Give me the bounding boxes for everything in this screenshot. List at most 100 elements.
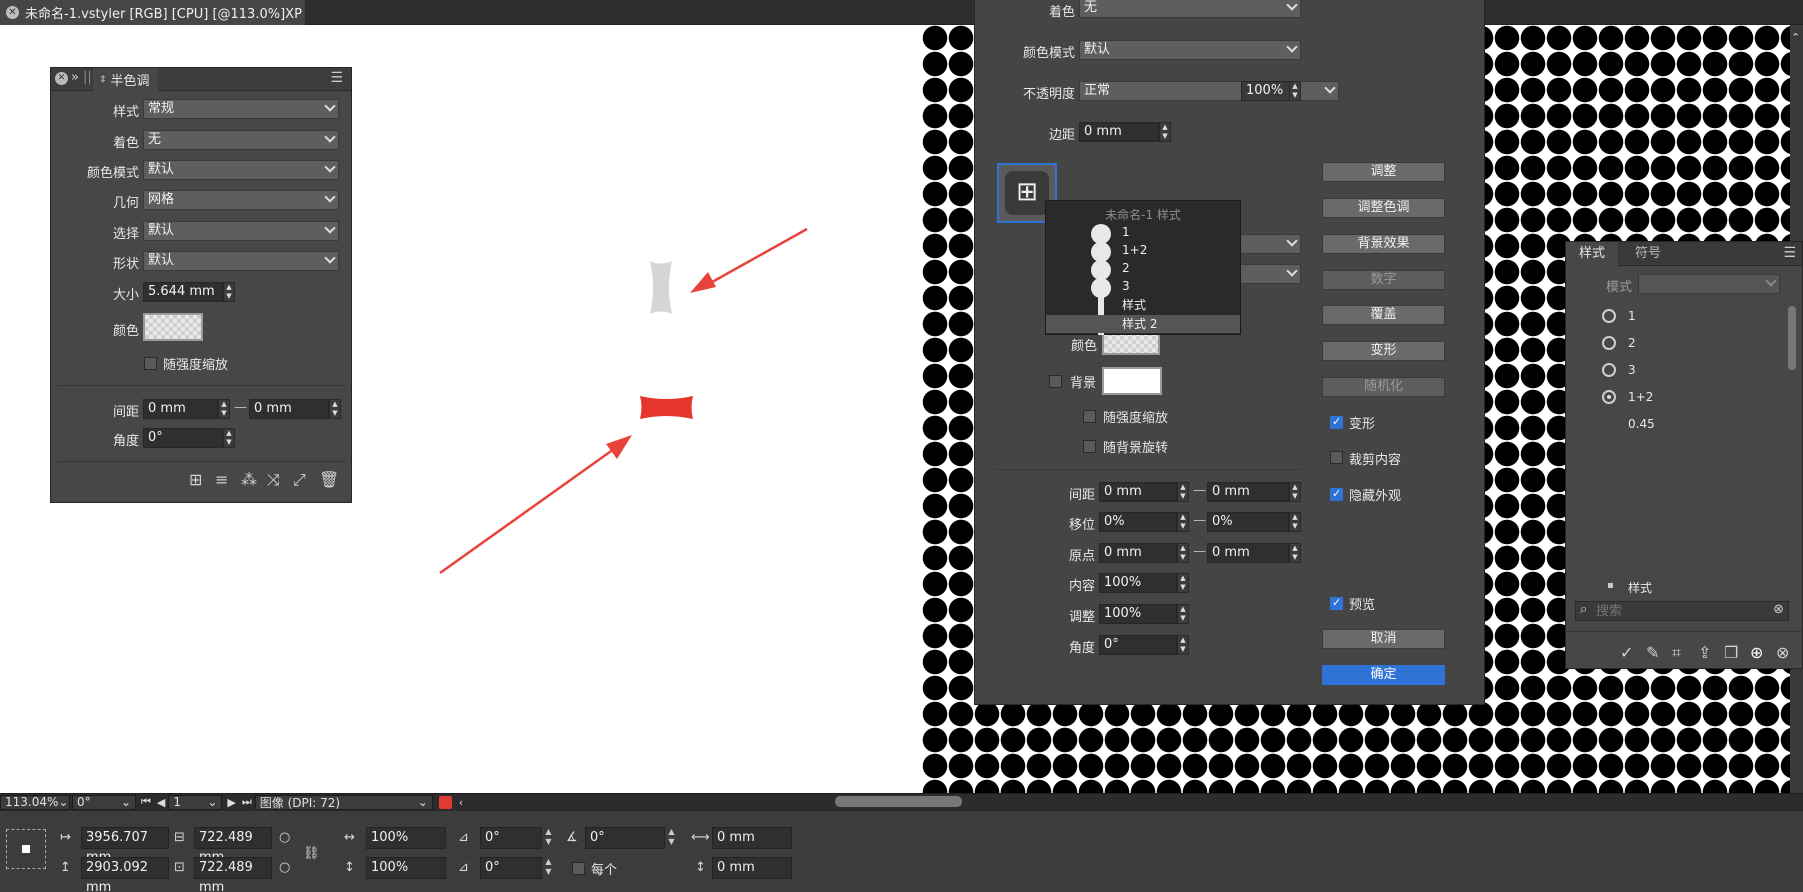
dialog-scale-intensity-checkbox[interactable]: [1083, 410, 1096, 423]
popup-item-2[interactable]: 2: [1046, 259, 1240, 277]
number-button[interactable]: 数字: [1322, 270, 1445, 290]
origin-a-stepper[interactable]: ▲ ▼: [1177, 543, 1189, 563]
select-dropdown[interactable]: 默认: [143, 221, 339, 241]
popup-item-style-2[interactable]: 样式 2: [1046, 315, 1240, 333]
search-input[interactable]: [1596, 603, 1756, 619]
first-page-icon[interactable]: ⏮: [141, 795, 151, 809]
move-h-input[interactable]: 0 mm: [712, 827, 792, 849]
content-stepper[interactable]: ▲ ▼: [1177, 573, 1189, 593]
prev-page-icon[interactable]: ◀: [157, 796, 165, 809]
content-input[interactable]: 100%: [1099, 573, 1177, 593]
color-mode-dropdown[interactable]: 默认: [143, 160, 339, 180]
offset-a-stepper[interactable]: ▲ ▼: [1177, 512, 1189, 532]
rotation-select[interactable]: 0° ⌄: [72, 794, 136, 810]
clear-search-icon[interactable]: ⊗: [1773, 602, 1784, 617]
background-checkbox[interactable]: [1049, 375, 1062, 388]
horizontal-scrollbar-thumb[interactable]: [835, 796, 962, 807]
popup-item-style[interactable]: 样式: [1046, 296, 1240, 314]
preview-checkbox[interactable]: [1330, 596, 1343, 610]
rotate-input[interactable]: 0°: [585, 827, 665, 849]
dialog-spacing-b-stepper[interactable]: ▲ ▼: [1289, 482, 1301, 502]
panel-tab-halftone[interactable]: ⇕ 半色调: [93, 68, 158, 91]
add-style-icon[interactable]: ⊞: [1005, 171, 1049, 215]
spacing-a-stepper[interactable]: ▲ ▼: [218, 399, 230, 419]
skew-y-stepper[interactable]: ▲ ▼: [543, 857, 554, 879]
transform-checkbox[interactable]: [1330, 415, 1343, 429]
scroll-left-icon[interactable]: ‹: [459, 796, 463, 809]
lock-icon[interactable]: [438, 795, 452, 809]
panel-grip-icon[interactable]: ||: [83, 70, 92, 85]
size-stepper[interactable]: ▲ ▼: [223, 282, 235, 302]
rotate-with-bg-checkbox[interactable]: [1083, 440, 1096, 453]
background-swatch[interactable]: [1102, 367, 1162, 395]
style-radio-2[interactable]: [1602, 336, 1616, 350]
popup-item-1[interactable]: 1: [1046, 223, 1240, 241]
style-item-1-2[interactable]: 1+2: [1628, 390, 1653, 404]
angle-stepper[interactable]: ▲ ▼: [223, 428, 235, 448]
move-v-input[interactable]: 0 mm: [712, 857, 792, 879]
transform-button[interactable]: 变形: [1322, 341, 1445, 361]
dialog-tint-dropdown[interactable]: 无: [1079, 0, 1301, 18]
spacing-a-input[interactable]: 0 mm: [143, 399, 218, 419]
add-icon[interactable]: ⊕: [1750, 644, 1763, 662]
mode-dropdown[interactable]: [1638, 274, 1780, 294]
skew-x-input[interactable]: 0°: [480, 827, 542, 849]
expand-icon[interactable]: ⤢: [293, 471, 306, 489]
link-icon[interactable]: ⛓: [303, 843, 320, 865]
tint-dropdown[interactable]: 无: [143, 130, 339, 150]
style-item-2[interactable]: 2: [1628, 336, 1636, 350]
opacity-stepper[interactable]: ▲ ▼: [1289, 81, 1301, 101]
dialog-adjust-input[interactable]: 100%: [1099, 604, 1177, 624]
image-info-select[interactable]: 图像 (DPI: 72) ⌄: [254, 794, 433, 810]
dialog-angle-input[interactable]: 0°: [1099, 635, 1177, 655]
next-page-icon[interactable]: ▶: [227, 796, 235, 809]
adjust-tone-button[interactable]: 调整色调: [1322, 198, 1445, 218]
document-tab[interactable]: ✕ 未命名-1.vstyler [RGB] [CPU] [@113.0%]XP: [0, 0, 305, 25]
style-radio-1[interactable]: [1602, 309, 1616, 323]
apply-icon[interactable]: ✓: [1620, 644, 1633, 662]
popup-item-1-2[interactable]: 1+2: [1046, 241, 1240, 259]
cancel-button[interactable]: 取消: [1322, 629, 1445, 649]
panel-close-icon[interactable]: ✕: [55, 72, 68, 85]
hide-appearance-checkbox[interactable]: [1330, 487, 1343, 501]
anchor-grid-icon[interactable]: [6, 829, 46, 869]
width-lock-radio[interactable]: ○: [279, 827, 290, 849]
rotate-stepper[interactable]: ▲ ▼: [666, 827, 677, 849]
halftone-icon[interactable]: ⁂: [241, 471, 257, 489]
skew-y-input[interactable]: 0°: [480, 857, 542, 879]
cover-button[interactable]: 覆盖: [1322, 305, 1445, 325]
angle-input[interactable]: 0°: [143, 428, 223, 448]
dialog-spacing-b-input[interactable]: 0 mm: [1207, 482, 1289, 502]
dialog-spacing-a-input[interactable]: 0 mm: [1099, 482, 1177, 502]
size-input[interactable]: 5.644 mm: [143, 282, 223, 302]
styles-scrollbar[interactable]: [1788, 306, 1796, 370]
panel-menu-icon[interactable]: ☰: [330, 70, 343, 86]
duplicate-icon[interactable]: ❐: [1724, 644, 1738, 662]
origin-a-input[interactable]: 0 mm: [1099, 543, 1177, 563]
style-item-3[interactable]: 3: [1628, 363, 1636, 377]
geometry-dropdown[interactable]: 网格: [143, 190, 339, 210]
dialog-color-mode-dropdown[interactable]: 默认: [1079, 40, 1301, 60]
origin-b-stepper[interactable]: ▲ ▼: [1289, 543, 1301, 563]
skew-x-stepper[interactable]: ▲ ▼: [543, 827, 554, 849]
per-item-checkbox[interactable]: [572, 862, 585, 875]
offset-b-input[interactable]: 0%: [1207, 512, 1289, 532]
style-radio-3[interactable]: [1602, 363, 1616, 377]
style-radio-1-2[interactable]: [1602, 390, 1616, 404]
delete-icon[interactable]: ⊗: [1776, 644, 1789, 662]
crop-icon[interactable]: ⌗: [1672, 644, 1681, 662]
last-page-icon[interactable]: ⏭: [242, 795, 252, 809]
offset-b-stepper[interactable]: ▲ ▼: [1289, 512, 1301, 532]
popup-item-3[interactable]: 3: [1046, 277, 1240, 295]
adjust-sliders-icon[interactable]: ≡: [215, 471, 228, 489]
color-swatch[interactable]: [143, 313, 203, 341]
dialog-spacing-a-stepper[interactable]: ▲ ▼: [1177, 482, 1189, 502]
x-position-input[interactable]: 3956.707 mm: [81, 827, 169, 865]
scale-y-input[interactable]: 100%: [366, 857, 446, 879]
style-item-1[interactable]: 1: [1628, 309, 1636, 323]
export-icon[interactable]: ⇪: [1698, 644, 1711, 662]
background-effect-button[interactable]: 背景效果: [1322, 234, 1445, 254]
offset-a-input[interactable]: 0%: [1099, 512, 1177, 532]
page-select[interactable]: 1 ⌄: [168, 794, 223, 810]
dialog-adjust-stepper[interactable]: ▲ ▼: [1177, 604, 1189, 624]
